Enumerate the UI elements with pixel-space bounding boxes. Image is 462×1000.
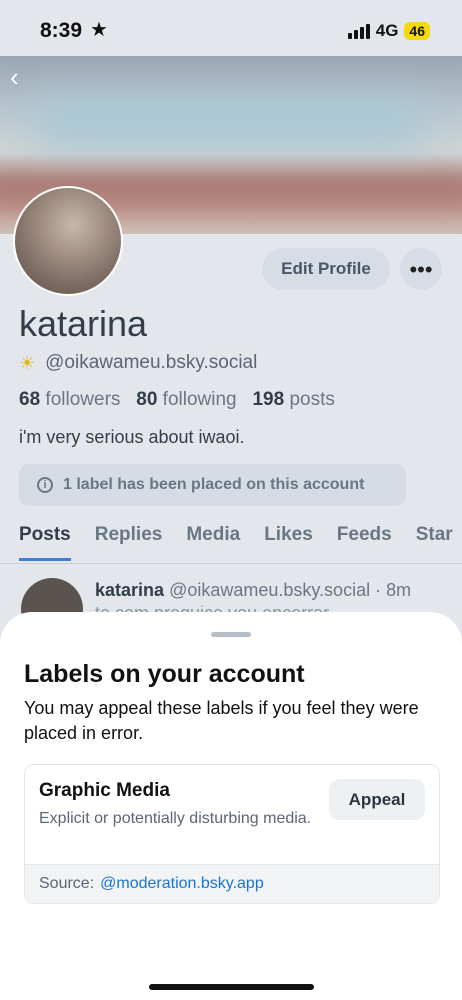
label-notice-text: 1 label has been placed on this account [63, 476, 365, 493]
label-card: Graphic Media Explicit or potentially di… [24, 764, 440, 904]
home-indicator[interactable] [149, 984, 314, 990]
more-options-button[interactable]: ••• [400, 248, 442, 290]
tab-posts[interactable]: Posts [19, 524, 71, 561]
label-description: Explicit or potentially disturbing media… [39, 810, 312, 827]
sun-icon: ☀ [19, 352, 36, 373]
info-icon: i [37, 477, 53, 493]
battery-icon: 46 [404, 22, 430, 40]
status-bar: 8:39 ★ 4G 46 [0, 0, 462, 56]
post-time: · 8m [375, 580, 412, 600]
following-stat[interactable]: 80 following [136, 389, 236, 410]
tab-starter-packs[interactable]: Star [416, 524, 453, 561]
tab-feeds[interactable]: Feeds [337, 524, 392, 561]
back-chevron-icon[interactable]: ‹ [10, 64, 36, 90]
label-notice[interactable]: i 1 label has been placed on this accoun… [19, 464, 406, 506]
status-time: 8:39 [40, 19, 83, 42]
profile-handle: @oikawameu.bsky.social [45, 352, 258, 373]
source-label: Source: [39, 875, 95, 892]
tabs-divider [0, 563, 462, 564]
sheet-drag-handle[interactable] [211, 632, 251, 637]
posts-stat: 198 posts [252, 389, 335, 410]
tab-media[interactable]: Media [186, 524, 240, 561]
label-source: Source: @moderation.bsky.app [25, 864, 439, 903]
labels-bottom-sheet: Labels on your account You may appeal th… [0, 612, 462, 1000]
star-icon: ★ [90, 19, 108, 41]
post-handle: @oikawameu.bsky.social [169, 580, 371, 600]
profile-stats: 68 followers 80 following 198 posts [19, 389, 335, 411]
display-name: katarina [19, 303, 148, 344]
appeal-button[interactable]: Appeal [329, 779, 425, 820]
edit-profile-button[interactable]: Edit Profile [262, 248, 390, 290]
post-meta[interactable]: katarina @oikawameu.bsky.social · 8m [95, 580, 411, 601]
status-indicators: 4G 46 [347, 21, 430, 41]
label-title: Graphic Media [39, 780, 170, 801]
profile-bio: i'm very serious about iwaoi. [19, 427, 245, 447]
network-type: 4G [375, 21, 399, 40]
sheet-title: Labels on your account [24, 660, 305, 688]
tab-likes[interactable]: Likes [264, 524, 313, 561]
signal-icon [347, 23, 370, 39]
source-link[interactable]: @moderation.bsky.app [100, 875, 264, 893]
handle-row: ☀ @oikawameu.bsky.social [19, 352, 257, 374]
sheet-description: You may appeal these labels if you feel … [24, 698, 419, 743]
profile-avatar[interactable] [13, 186, 123, 296]
post-author: katarina [95, 580, 165, 600]
profile-tabs: Posts Replies Media Likes Feeds Star [19, 524, 453, 561]
followers-stat[interactable]: 68 followers [19, 389, 120, 410]
tab-replies[interactable]: Replies [95, 524, 163, 561]
